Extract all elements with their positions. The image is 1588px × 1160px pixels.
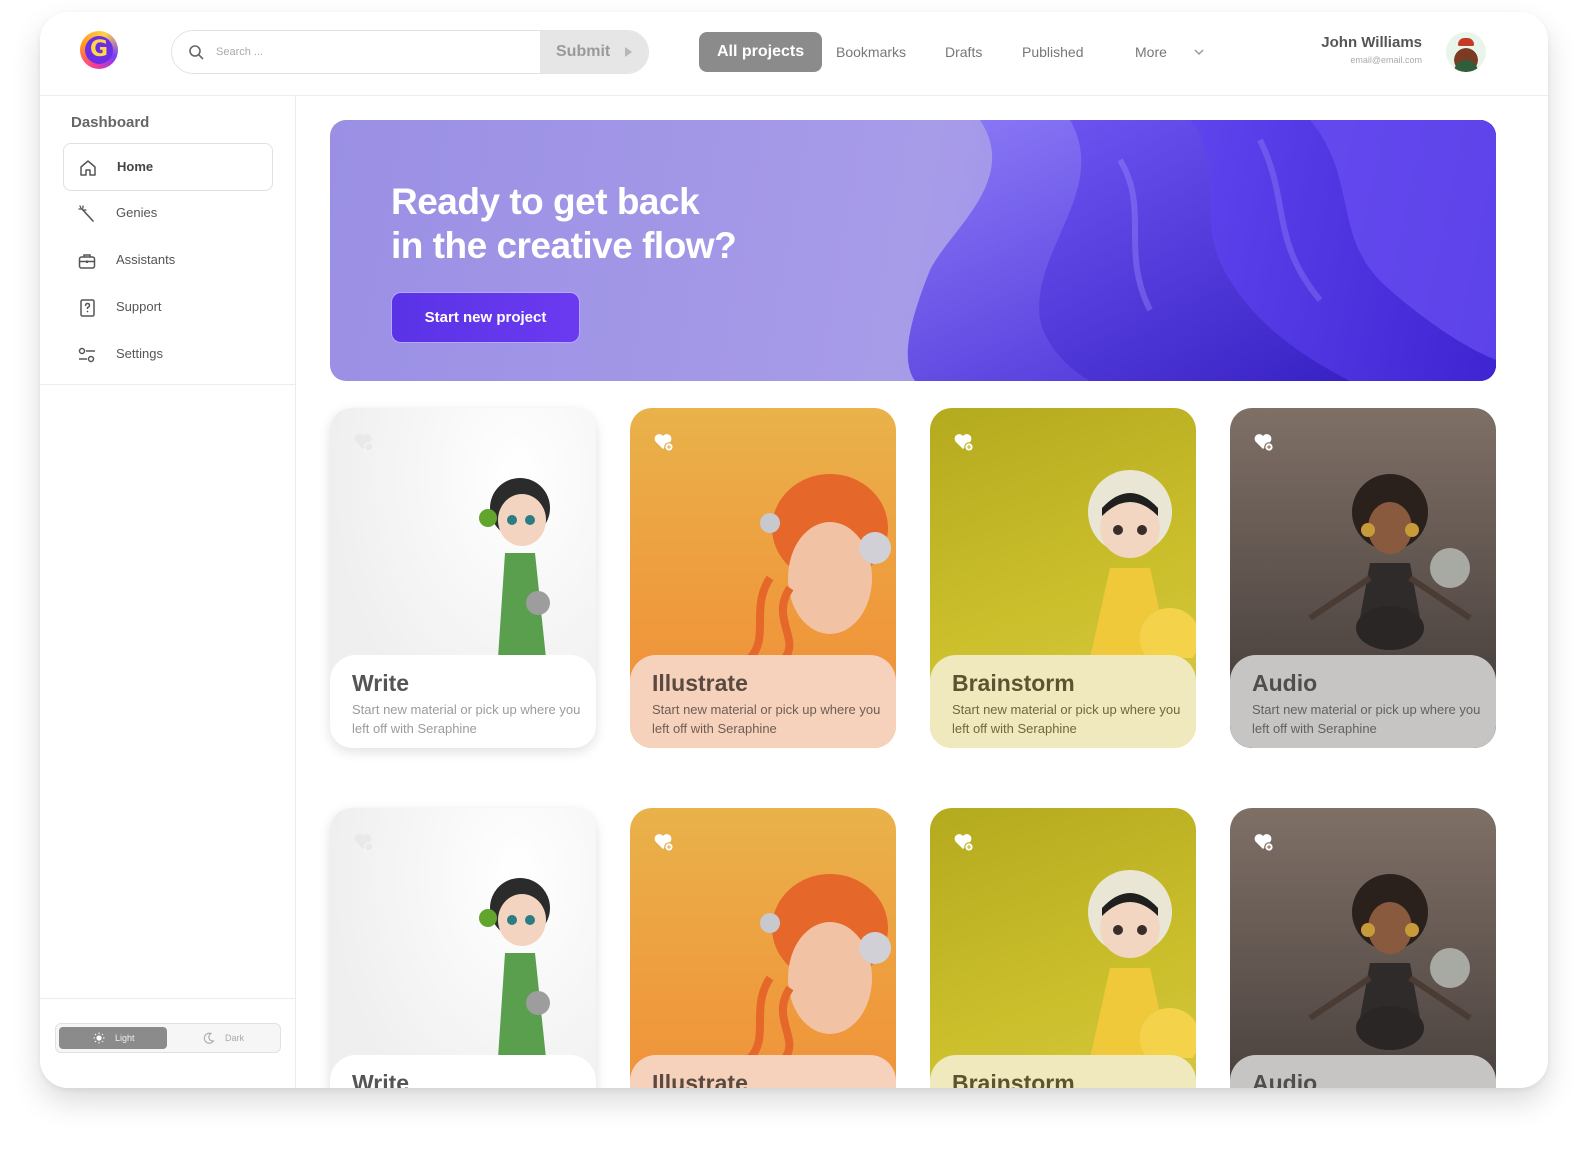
- sidebar: Dashboard Home Genies Assistants Support…: [40, 96, 296, 1088]
- card-write[interactable]: Write: [330, 808, 596, 1088]
- app-logo[interactable]: G: [80, 31, 118, 69]
- card-description: Start new material or pick up where you …: [1252, 702, 1481, 736]
- character-illustration: [479, 878, 550, 1058]
- tab-all-projects[interactable]: All projects: [699, 32, 823, 72]
- avatar[interactable]: [1446, 32, 1486, 72]
- briefcase-icon: [78, 254, 96, 269]
- hero-banner: Ready to get back in the creative flow? S…: [330, 120, 1496, 381]
- character-illustration: [1088, 870, 1196, 1058]
- card-title: Brainstorm: [952, 1070, 1075, 1088]
- hero-title-line1: Ready to get back: [391, 181, 700, 222]
- tab-drafts[interactable]: Drafts: [945, 32, 982, 72]
- search-icon: [189, 45, 204, 60]
- sidebar-item-home[interactable]: Home: [63, 143, 273, 191]
- app-window: G Submit All projects Bookmarks Drafts P…: [40, 12, 1548, 1088]
- tab-more[interactable]: More: [1135, 32, 1167, 72]
- help-book-icon: [80, 299, 95, 317]
- card-title: Illustrate: [652, 1070, 748, 1088]
- sidebar-item-support[interactable]: Support: [63, 284, 273, 332]
- heart-add-icon[interactable]: [352, 430, 376, 454]
- sidebar-item-label: Support: [116, 299, 162, 314]
- character-illustration: [479, 478, 550, 658]
- sidebar-item-assistants[interactable]: Assistants: [63, 237, 273, 285]
- sidebar-item-label: Genies: [116, 205, 158, 220]
- card-brainstorm[interactable]: Brainstorm Start new material or pick up…: [930, 408, 1196, 748]
- sliders-icon: [78, 347, 95, 363]
- card-illustrate[interactable]: Illustrate Start new material or pick up…: [630, 408, 896, 748]
- sun-icon: [93, 1032, 105, 1044]
- character-illustration: [746, 474, 891, 658]
- card-title: Audio: [1252, 1070, 1318, 1088]
- search-input[interactable]: [216, 31, 536, 73]
- card-description: Start new material or pick up where you …: [652, 702, 881, 736]
- logo-letter: G: [89, 37, 109, 62]
- heart-add-icon[interactable]: [652, 430, 676, 454]
- abstract-waves-image: [907, 120, 1496, 381]
- card-title: Audio: [1252, 670, 1318, 696]
- sidebar-item-label: Home: [117, 159, 154, 174]
- sidebar-title: Dashboard: [71, 114, 150, 131]
- card-title: Brainstorm: [952, 670, 1075, 696]
- sidebar-divider: [40, 384, 296, 385]
- theme-dark-label: Dark: [225, 1033, 245, 1043]
- sidebar-item-label: Settings: [116, 346, 163, 361]
- top-bar: G Submit All projects Bookmarks Drafts P…: [40, 12, 1548, 96]
- card-illustrate[interactable]: Illustrate: [630, 808, 896, 1088]
- submit-label: Submit: [556, 43, 611, 60]
- theme-dark-option[interactable]: Dark: [169, 1027, 277, 1049]
- sidebar-item-genies[interactable]: Genies: [63, 190, 273, 238]
- card-audio[interactable]: Audio: [1230, 808, 1496, 1088]
- card-title: Illustrate: [652, 670, 748, 696]
- card-write[interactable]: Write Start new material or pick up wher…: [330, 408, 596, 748]
- user-info[interactable]: John Williams email@email.com: [1321, 34, 1422, 65]
- moon-icon: [203, 1032, 215, 1044]
- user-email: email@email.com: [1350, 55, 1422, 65]
- heart-add-icon[interactable]: [652, 830, 676, 854]
- theme-light-option[interactable]: Light: [59, 1027, 167, 1049]
- card-description: Start new material or pick up where you …: [952, 702, 1181, 736]
- magic-wand-icon: [78, 205, 94, 222]
- character-illustration: [1088, 470, 1196, 658]
- character-illustration: [1308, 874, 1472, 1050]
- character-illustration: [1308, 474, 1472, 650]
- hero-title-line2: in the creative flow?: [391, 225, 737, 266]
- theme-switcher-area: Light Dark: [40, 998, 296, 1088]
- search-bar: Submit: [171, 30, 649, 74]
- hero-title: Ready to get back in the creative flow?: [391, 180, 737, 268]
- theme-toggle: Light Dark: [55, 1023, 281, 1053]
- heart-add-icon[interactable]: [1252, 430, 1276, 454]
- card-title: Write: [352, 1070, 410, 1088]
- chevron-down-icon[interactable]: [1193, 46, 1205, 58]
- card-title: Write: [352, 670, 410, 696]
- sidebar-item-label: Assistants: [116, 252, 176, 267]
- heart-add-icon[interactable]: [952, 430, 976, 454]
- heart-add-icon[interactable]: [352, 830, 376, 854]
- card-brainstorm[interactable]: Brainstorm: [930, 808, 1196, 1088]
- user-name: John Williams: [1321, 34, 1422, 51]
- theme-light-label: Light: [115, 1033, 135, 1043]
- tab-published[interactable]: Published: [1022, 32, 1084, 72]
- card-description: Start new material or pick up where you …: [352, 702, 581, 736]
- submit-button[interactable]: Submit: [540, 31, 648, 73]
- tab-bookmarks[interactable]: Bookmarks: [836, 32, 906, 72]
- heart-add-icon[interactable]: [1252, 830, 1276, 854]
- heart-add-icon[interactable]: [952, 830, 976, 854]
- character-illustration: [746, 874, 891, 1058]
- home-icon: [80, 160, 96, 176]
- start-new-project-button[interactable]: Start new project: [391, 292, 580, 343]
- play-arrow-icon: [625, 47, 632, 57]
- card-audio[interactable]: Audio Start new material or pick up wher…: [1230, 408, 1496, 748]
- sidebar-item-settings[interactable]: Settings: [63, 331, 273, 379]
